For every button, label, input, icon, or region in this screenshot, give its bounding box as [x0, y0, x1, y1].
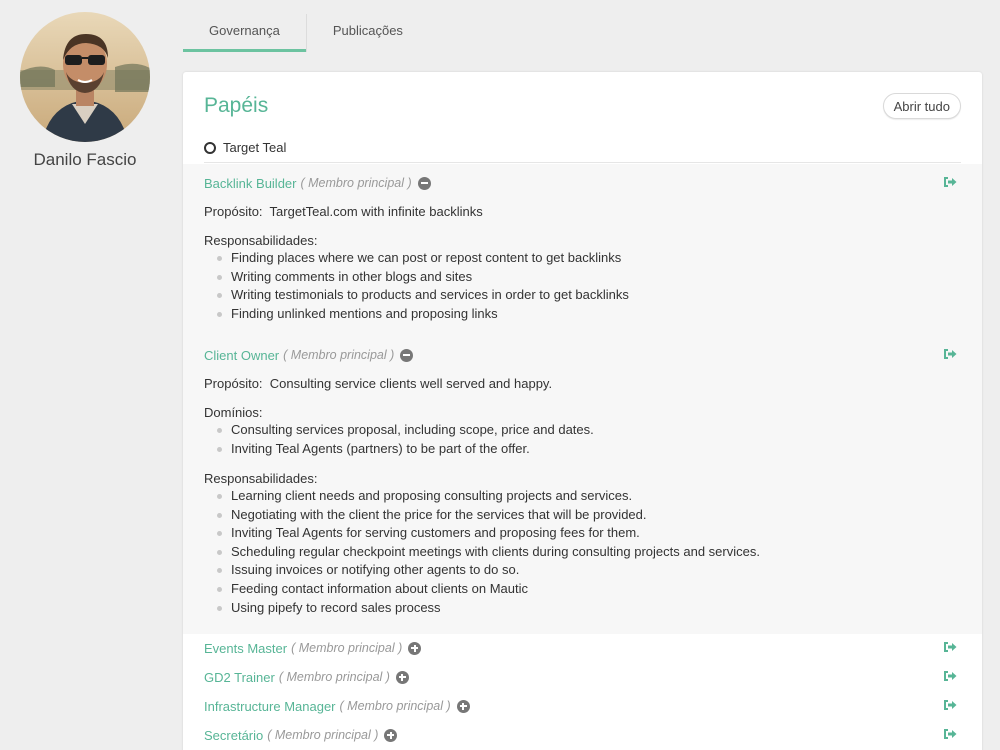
open-all-button[interactable]: Abrir tudo — [882, 93, 961, 119]
list-item: Finding places where we can post or repo… — [204, 249, 629, 268]
divider — [204, 162, 961, 163]
circle-name: Target Teal — [223, 140, 287, 155]
role-membership: ( Membro principal ) — [300, 176, 412, 190]
role-header-secretario: Secretário ( Membro principal ) — [204, 725, 961, 745]
accountabilities-label: Responsabilidades: — [204, 233, 318, 248]
role-membership: ( Membro principal ) — [291, 641, 403, 655]
tab-governanca[interactable]: Governança — [183, 10, 306, 52]
list-item: Using pipefy to record sales process — [204, 599, 760, 618]
domains-label: Domínios: — [204, 405, 263, 420]
list-item: Scheduling regular checkpoint meetings w… — [204, 543, 760, 562]
sign-out-icon[interactable] — [943, 728, 957, 740]
role-name-link[interactable]: Events Master — [204, 641, 287, 656]
list-item: Writing testimonials to products and ser… — [204, 286, 629, 305]
role-name-link[interactable]: Infrastructure Manager — [204, 699, 336, 714]
accountabilities-label: Responsabilidades: — [204, 471, 318, 486]
purpose-label: Propósito: — [204, 204, 263, 219]
sign-out-icon[interactable] — [943, 176, 957, 188]
purpose-line: Propósito: Consulting service clients we… — [204, 376, 552, 391]
purpose-label: Propósito: — [204, 376, 263, 391]
list-item: Negotiating with the client the price fo… — [204, 506, 760, 525]
purpose-text: TargetTeal.com with infinite backlinks — [269, 204, 483, 219]
list-item: Consulting services proposal, including … — [204, 421, 594, 440]
sign-out-icon[interactable] — [943, 670, 957, 682]
role-membership: ( Membro principal ) — [283, 348, 395, 362]
domains-list: Consulting services proposal, including … — [204, 421, 594, 458]
list-item: Finding unlinked mentions and proposing … — [204, 305, 629, 324]
avatar[interactable] — [20, 12, 150, 142]
list-item: Issuing invoices or notifying other agen… — [204, 561, 760, 580]
role-membership: ( Membro principal ) — [278, 670, 390, 684]
role-membership: ( Membro principal ) — [267, 728, 379, 742]
sign-out-icon[interactable] — [943, 699, 957, 711]
sign-out-icon[interactable] — [943, 641, 957, 653]
roles-title: Papéis — [204, 94, 269, 117]
role-header-infrastructure-manager: Infrastructure Manager ( Membro principa… — [204, 696, 961, 716]
profile-name: Danilo Fascio — [33, 150, 137, 169]
plus-circle-icon[interactable] — [384, 728, 398, 742]
plus-circle-icon[interactable] — [408, 641, 422, 655]
minus-circle-icon[interactable] — [400, 348, 414, 362]
plus-circle-icon[interactable] — [456, 699, 470, 713]
roles-card: Papéis Abrir tudo Target Teal Backlink B… — [183, 72, 982, 750]
accountabilities-list: Finding places where we can post or repo… — [204, 249, 629, 323]
role-header-client-owner: Client Owner ( Membro principal ) — [204, 345, 961, 365]
expanded-roles-area: Backlink Builder ( Membro principal ) Pr… — [183, 164, 982, 634]
circle-outline-icon — [204, 141, 216, 154]
list-item: Learning client needs and proposing cons… — [204, 487, 760, 506]
role-name-link[interactable]: Backlink Builder — [204, 176, 297, 191]
role-header-gd2-trainer: GD2 Trainer ( Membro principal ) — [204, 667, 961, 687]
purpose-text: Consulting service clients well served a… — [269, 376, 553, 391]
minus-circle-icon[interactable] — [417, 176, 431, 190]
list-item: Writing comments in other blogs and site… — [204, 268, 629, 287]
sign-out-icon[interactable] — [943, 348, 957, 360]
list-item: Feeding contact information about client… — [204, 580, 760, 599]
accountabilities-list: Learning client needs and proposing cons… — [204, 487, 760, 617]
role-name-link[interactable]: Client Owner — [204, 348, 279, 363]
role-membership: ( Membro principal ) — [339, 699, 451, 713]
role-header-backlink-builder: Backlink Builder ( Membro principal ) — [204, 173, 961, 193]
purpose-line: Propósito: TargetTeal.com with infinite … — [204, 204, 483, 219]
plus-circle-icon[interactable] — [395, 670, 409, 684]
role-name-link[interactable]: GD2 Trainer — [204, 670, 275, 685]
tab-bar: Governança Publicações — [183, 10, 429, 52]
list-item: Inviting Teal Agents for serving custome… — [204, 524, 760, 543]
circle-header[interactable]: Target Teal — [204, 140, 286, 155]
list-item: Inviting Teal Agents (partners) to be pa… — [204, 440, 594, 459]
role-name-link[interactable]: Secretário — [204, 728, 263, 743]
tab-publicacoes[interactable]: Publicações — [307, 10, 429, 52]
role-header-events-master: Events Master ( Membro principal ) — [204, 638, 961, 658]
